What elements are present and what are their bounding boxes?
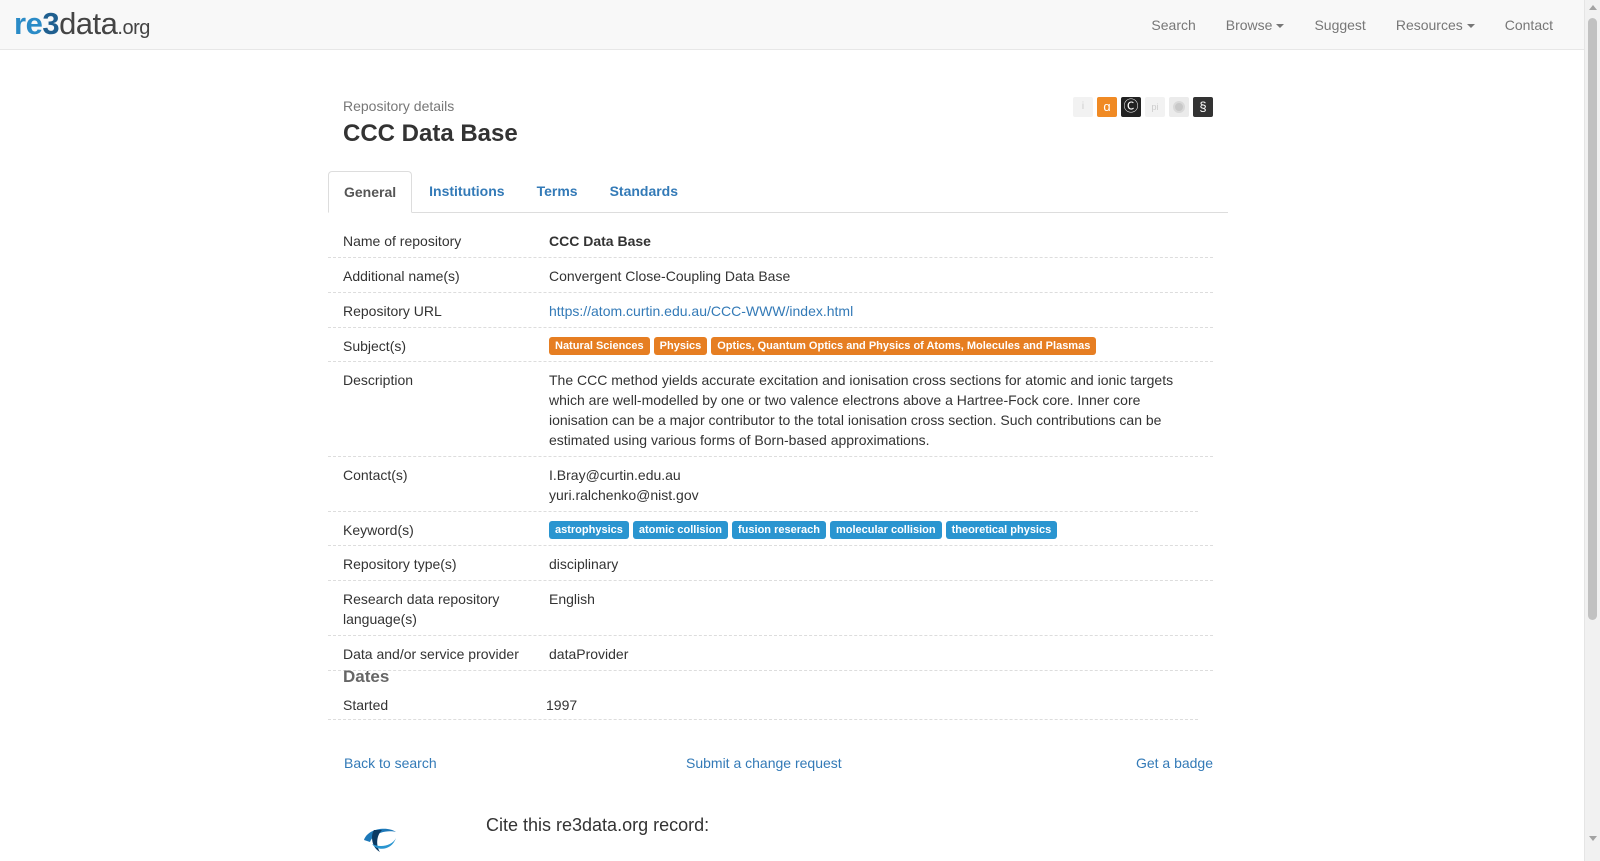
submit-change-request-link[interactable]: Submit a change request xyxy=(686,755,842,771)
keyword-tag[interactable]: fusion reserach xyxy=(732,521,826,539)
page-subtitle: Repository details xyxy=(343,98,455,114)
table-row: Data and/or service provider dataProvide… xyxy=(328,636,1213,671)
keyword-tag[interactable]: theoretical physics xyxy=(945,521,1058,539)
repository-type: disciplinary xyxy=(549,556,619,572)
repository-name: CCC Data Base xyxy=(549,233,651,249)
table-row: Name of repository CCC Data Base xyxy=(328,223,1213,258)
description-text: The CCC method yields accurate excitatio… xyxy=(549,372,1174,448)
tab-standards[interactable]: Standards xyxy=(595,171,693,212)
repository-language: English xyxy=(549,591,595,607)
scroll-down-icon[interactable] xyxy=(1589,836,1597,841)
action-links: Back to search Submit a change request G… xyxy=(343,755,1213,775)
page-title: CCC Data Base xyxy=(343,120,518,147)
nav-browse-dropdown[interactable]: Browse xyxy=(1211,0,1300,50)
table-row: Research data repository language(s) Eng… xyxy=(328,581,1213,636)
dates-heading: Dates xyxy=(343,667,390,686)
open-access-icon[interactable]: ɑ xyxy=(1097,97,1117,117)
keyword-tags: astrophysics atomic collision fusion res… xyxy=(549,520,1203,539)
keyword-tag[interactable]: astrophysics xyxy=(549,521,629,539)
nav-resources-dropdown[interactable]: Resources xyxy=(1381,0,1490,50)
scroll-up-icon[interactable] xyxy=(1589,5,1597,10)
subject-tag[interactable]: Natural Sciences xyxy=(549,337,650,355)
copyright-icon[interactable]: Ⓒ xyxy=(1121,97,1141,117)
repository-badges: i ɑ Ⓒ pi § xyxy=(1073,97,1213,117)
keyword-tag[interactable]: molecular collision xyxy=(829,521,942,539)
cite-heading: Cite this re3data.org record: xyxy=(486,815,710,835)
table-row: Description The CCC method yields accura… xyxy=(328,362,1213,457)
table-row: Repository URL https://atom.curtin.edu.a… xyxy=(328,293,1213,328)
table-row: Subject(s) Natural Sciences Physics Opti… xyxy=(328,328,1213,362)
subject-tag[interactable]: Optics, Quantum Optics and Physics of At… xyxy=(711,337,1097,355)
get-badge-link[interactable]: Get a badge xyxy=(1136,755,1213,771)
cite-section: Cite this re3data.org record: xyxy=(358,812,1198,852)
datacite-logo-icon xyxy=(364,828,396,852)
table-row: Keyword(s) astrophysics atomic collision… xyxy=(328,512,1213,546)
nav-search[interactable]: Search xyxy=(1136,0,1210,50)
table-row: Contact(s) I.Bray@curtin.edu.au yuri.ral… xyxy=(328,457,1198,512)
table-row: Started 1997 xyxy=(328,690,1198,720)
re3data-logo[interactable]: re3data.org xyxy=(14,6,150,42)
table-row: Additional name(s) Convergent Close-Coup… xyxy=(328,258,1213,293)
tab-general[interactable]: General xyxy=(328,171,413,213)
certificate-icon[interactable] xyxy=(1169,97,1189,117)
additional-name: Convergent Close-Coupling Data Base xyxy=(549,268,791,284)
caret-down-icon xyxy=(1276,24,1285,29)
pid-icon[interactable]: pi xyxy=(1145,97,1165,117)
tab-terms[interactable]: Terms xyxy=(522,171,593,212)
page-scrollbar[interactable] xyxy=(1584,0,1600,861)
nav-menu: Search Browse Suggest Resources Contact xyxy=(1136,0,1568,50)
started-year: 1997 xyxy=(546,697,578,713)
table-row: Repository type(s) disciplinary xyxy=(328,546,1213,581)
info-icon[interactable]: i xyxy=(1073,97,1093,117)
keyword-tag[interactable]: atomic collision xyxy=(632,521,729,539)
contact-email: I.Bray@curtin.edu.au xyxy=(549,467,681,483)
tab-institutions[interactable]: Institutions xyxy=(414,171,519,212)
subject-tags: Natural Sciences Physics Optics, Quantum… xyxy=(549,336,1203,355)
policy-icon[interactable]: § xyxy=(1193,97,1213,117)
scroll-thumb[interactable] xyxy=(1588,18,1597,620)
detail-tabs: General Institutions Terms Standards xyxy=(328,171,1228,213)
back-to-search-link[interactable]: Back to search xyxy=(344,755,437,771)
subject-tag[interactable]: Physics xyxy=(653,337,708,355)
nav-suggest[interactable]: Suggest xyxy=(1299,0,1380,50)
contact-email: yuri.ralchenko@nist.gov xyxy=(549,487,699,503)
top-navbar: re3data.org Search Browse Suggest Resour… xyxy=(0,0,1584,50)
details-table: Name of repository CCC Data Base Additio… xyxy=(328,223,1213,671)
provider-type: dataProvider xyxy=(549,646,629,662)
caret-down-icon xyxy=(1466,24,1475,29)
repository-url-link[interactable]: https://atom.curtin.edu.au/CCC-WWW/index… xyxy=(549,303,853,319)
nav-contact[interactable]: Contact xyxy=(1490,0,1568,50)
